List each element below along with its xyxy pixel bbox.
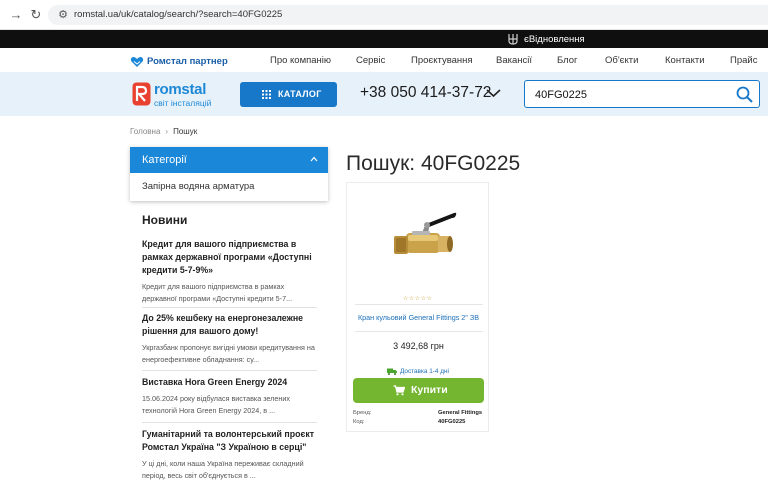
menu-item-blog[interactable]: Блог — [557, 55, 578, 66]
menu-item-vacancies[interactable]: Вакансії — [496, 55, 532, 66]
news-item[interactable]: Виставка Hora Green Energy 2024 15.06.20… — [142, 376, 317, 416]
category-item[interactable]: Запірна водяна арматура — [142, 181, 254, 192]
grid-icon — [262, 90, 271, 99]
logo-tagline: світ інсталяцій — [154, 98, 212, 108]
news-item[interactable]: До 25% кешбеку на енергонезалежне рішенн… — [142, 312, 317, 365]
romstal-logo[interactable]: romstal світ інсталяцій — [132, 81, 222, 109]
chevron-up-icon[interactable] — [310, 156, 318, 162]
search-icon[interactable] — [736, 86, 753, 103]
search-box[interactable] — [524, 80, 760, 108]
news-divider — [142, 422, 317, 423]
news-heading: Новини — [142, 213, 188, 227]
cart-icon — [393, 385, 405, 396]
menu-item-about[interactable]: Про компанію — [270, 55, 331, 66]
chevron-down-icon[interactable] — [486, 88, 501, 98]
catalog-label: КАТАЛОГ — [278, 89, 322, 99]
address-bar[interactable]: ⚙ romstal.ua/uk/catalog/search/?search=4… — [48, 5, 768, 25]
trident-icon — [508, 33, 518, 45]
product-name[interactable]: Кран кульовий General Fittings 2" ЗВ — [347, 313, 490, 322]
breadcrumb-separator-icon: › — [165, 127, 169, 136]
browser-toolbar: → ↻ ⚙ romstal.ua/uk/catalog/search/?sear… — [0, 0, 768, 30]
categories-panel: Категорії Запірна водяна арматура — [130, 147, 328, 201]
news-desc: Кредит для вашого підприємства в рамках … — [142, 282, 293, 303]
search-input[interactable] — [535, 87, 725, 103]
news-item[interactable]: Гуманітарний та волонтерський проєкт Ром… — [142, 428, 317, 481]
news-title[interactable]: Кредит для вашого підприємства в рамках … — [142, 238, 317, 277]
menu-item-design[interactable]: Проєктування — [411, 55, 473, 66]
spec-label: Код: — [353, 419, 365, 425]
page-title: Пошук: 40FG0225 — [346, 152, 521, 175]
partner-label: Ромстал партнер — [147, 56, 228, 68]
breadcrumb-home[interactable]: Головна — [130, 127, 160, 136]
site-header: romstal світ інсталяцій КАТАЛОГ +38 050 … — [0, 72, 768, 116]
site-info-icon[interactable]: ⚙ — [56, 8, 70, 22]
logo-brand: romstal — [154, 81, 207, 98]
rating-stars: ☆☆☆☆☆ — [403, 296, 433, 302]
news-desc: У ці дні, коли наша Україна переживає ск… — [142, 459, 304, 480]
product-image[interactable] — [382, 203, 458, 267]
categories-header[interactable]: Категорії — [130, 147, 328, 173]
spec-label: Бренд: — [353, 410, 372, 416]
menu-item-objects[interactable]: Об'єкти — [605, 55, 638, 66]
partner-link[interactable]: Ромстал партнер — [130, 53, 228, 67]
phone-number[interactable]: +38 050 414-37-72 — [360, 84, 491, 102]
news-divider — [142, 370, 317, 371]
menu-item-service[interactable]: Сервіс — [356, 55, 385, 66]
menu-item-price[interactable]: Прайс — [730, 55, 757, 66]
catalog-button[interactable]: КАТАЛОГ — [240, 82, 337, 107]
news-desc: Укргазбанк пропонує вигідні умови кредит… — [142, 343, 315, 364]
top-menu: Ромстал партнер Про компанію Сервіс Проє… — [0, 48, 768, 72]
news-divider — [142, 307, 317, 308]
news-title[interactable]: Гуманітарний та волонтерський проєкт Ром… — [142, 428, 317, 454]
restore-link[interactable]: єВідновлення — [524, 34, 585, 45]
divider — [355, 331, 483, 332]
product-price: 3 492,68 грн — [393, 341, 444, 351]
logo-r-icon — [132, 82, 151, 106]
reload-icon[interactable]: ↻ — [28, 7, 44, 23]
divider — [355, 304, 483, 305]
breadcrumb-current: Пошук — [173, 127, 198, 136]
news-title[interactable]: Виставка Hora Green Energy 2024 — [142, 376, 317, 389]
buy-label: Купити — [411, 384, 448, 396]
breadcrumb: Головна › Пошук — [130, 127, 197, 136]
truck-icon — [387, 368, 397, 376]
categories-title: Категорії — [142, 154, 187, 166]
menu-item-contacts[interactable]: Контакти — [665, 55, 705, 66]
spec-value: General Fittings — [438, 410, 483, 416]
news-desc: 15.06.2024 року відбулася виставка зелен… — [142, 394, 290, 415]
heart-icon — [130, 56, 144, 67]
delivery-text: Доставка 1-4 дні — [400, 368, 449, 376]
spec-value: 40FG0225 — [438, 419, 466, 425]
product-card[interactable]: ☆☆☆☆☆ Кран кульовий General Fittings 2" … — [346, 182, 489, 432]
url-text[interactable]: romstal.ua/uk/catalog/search/?search=40F… — [74, 9, 282, 20]
news-item[interactable]: Кредит для вашого підприємства в рамках … — [142, 238, 317, 304]
news-title[interactable]: До 25% кешбеку на енергонезалежне рішенн… — [142, 312, 317, 338]
announcement-bar: єВідновлення — [0, 30, 768, 48]
forward-icon[interactable]: → — [8, 7, 24, 23]
buy-button[interactable]: Купити — [353, 378, 484, 403]
